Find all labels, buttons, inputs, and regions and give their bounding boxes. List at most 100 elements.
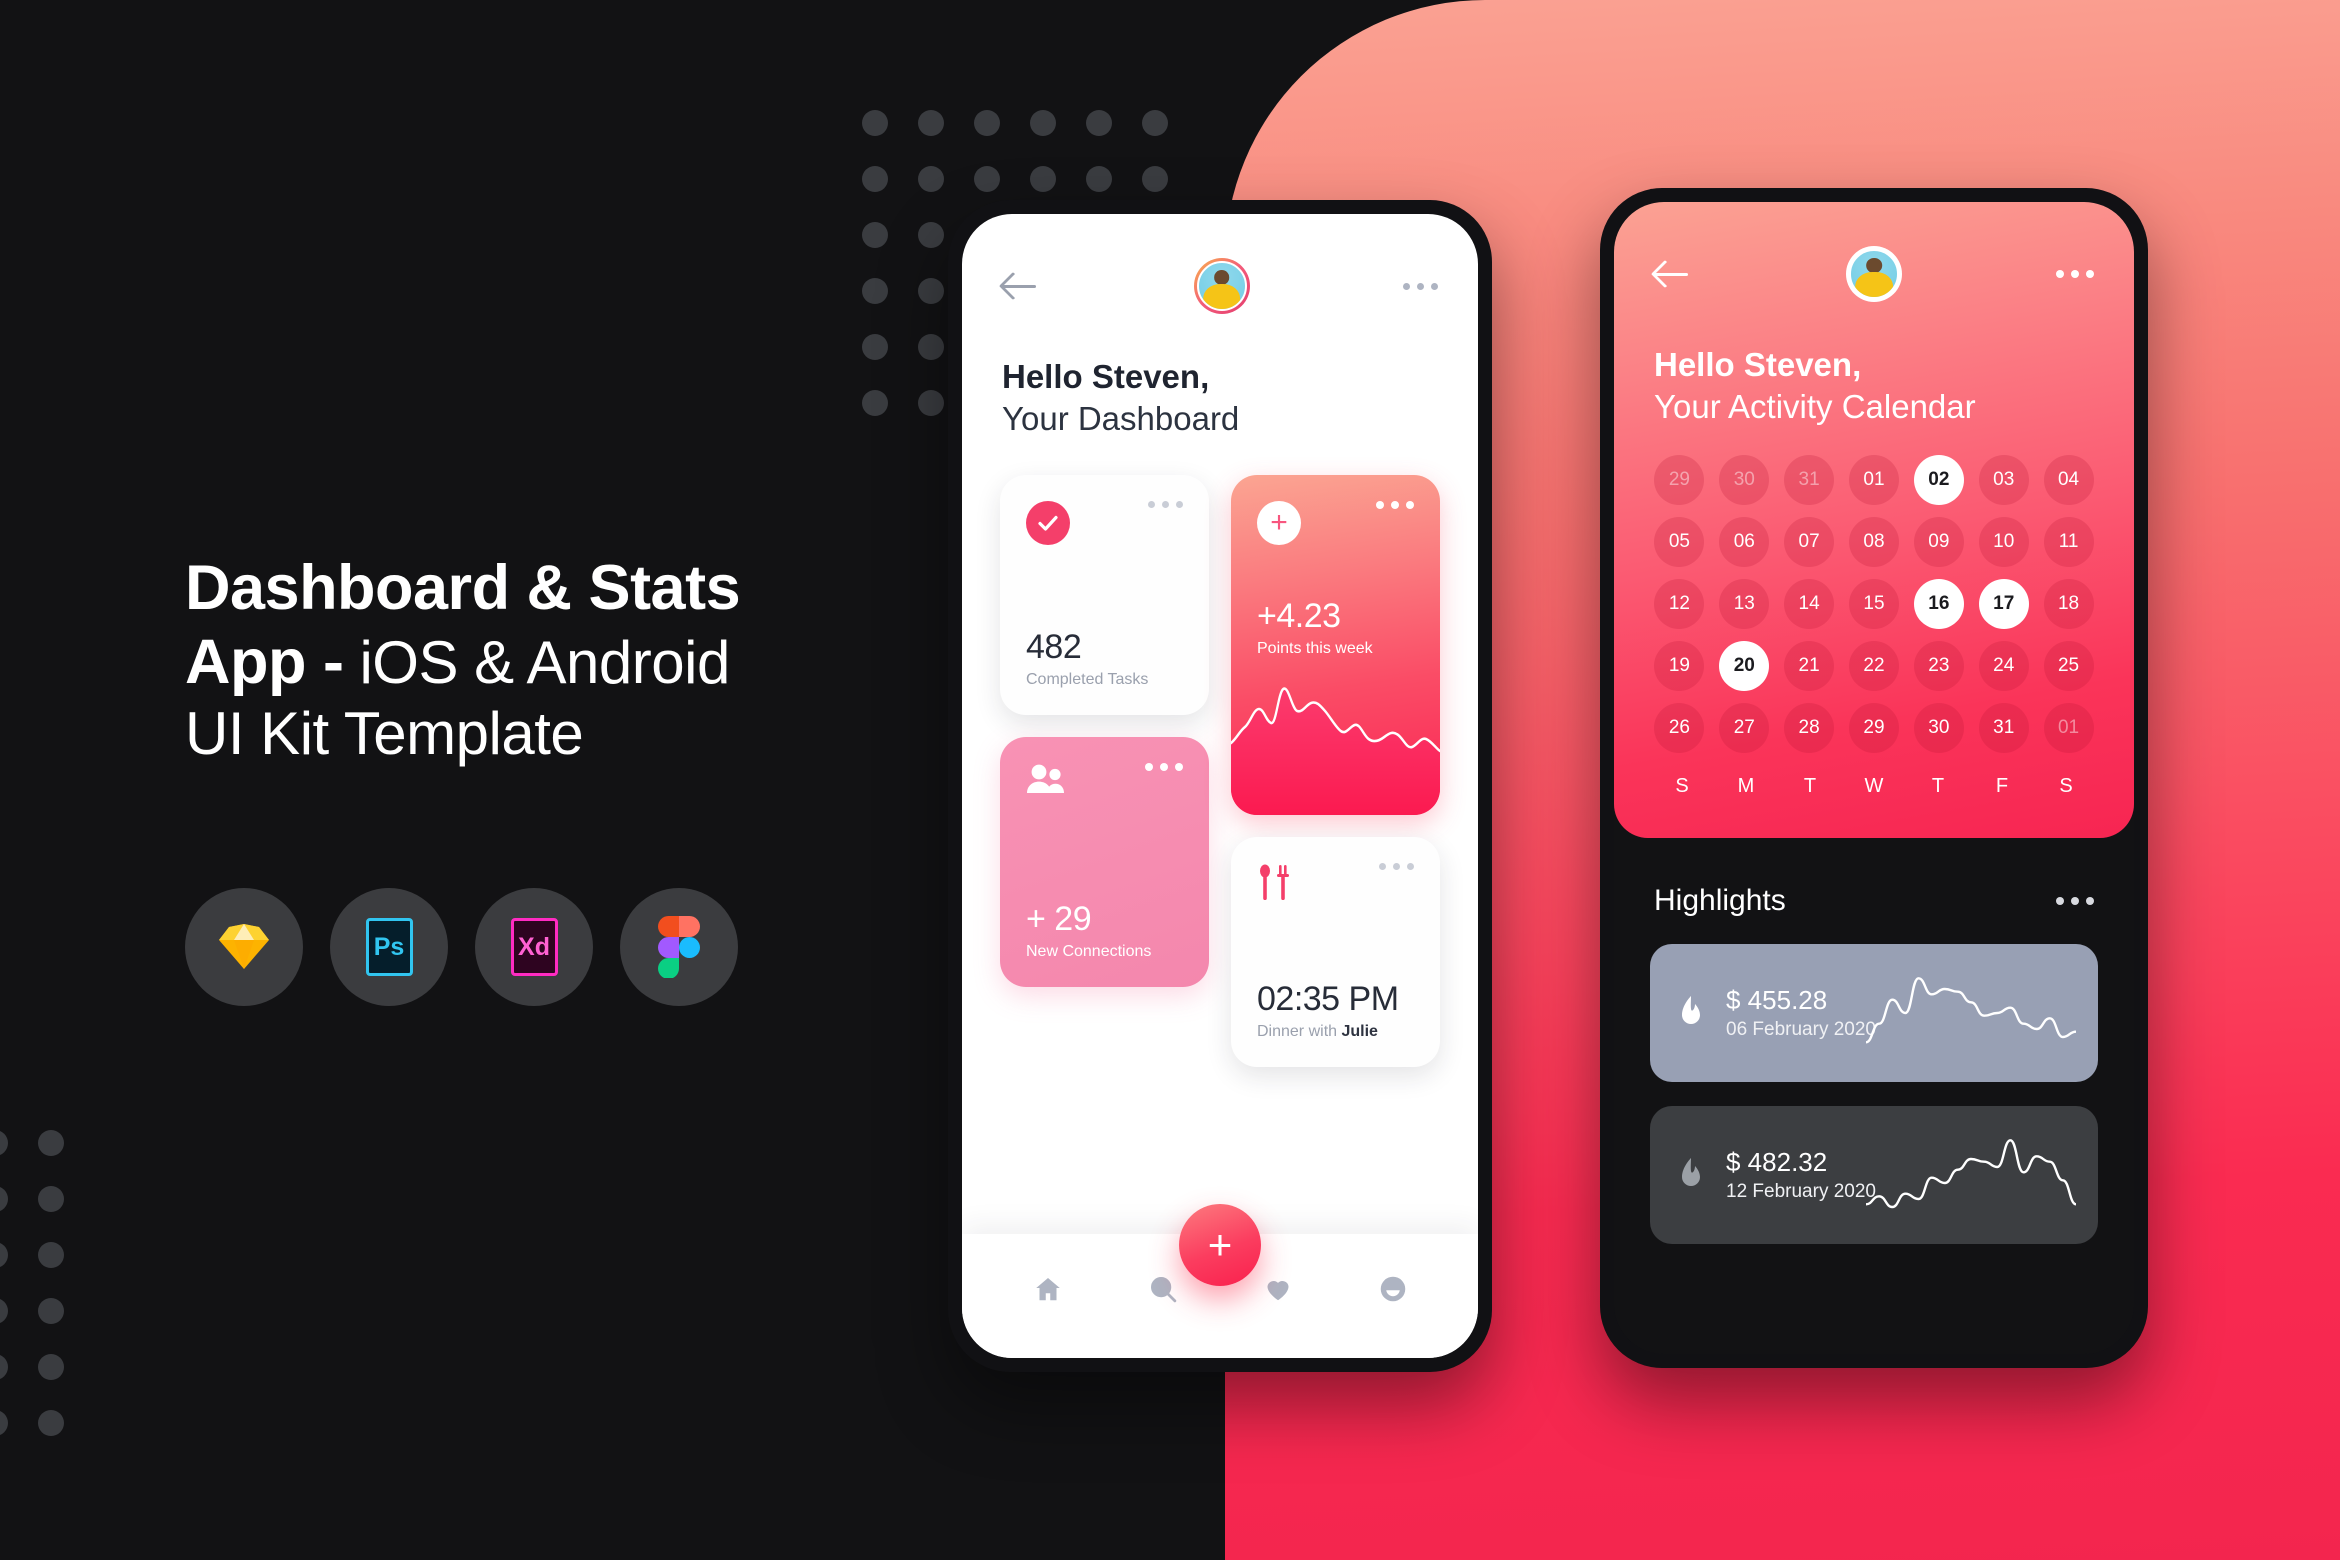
calendar-day-02[interactable]: 02	[1913, 455, 1964, 506]
highlight-texts: $ 482.32 12 February 2020	[1726, 1147, 1876, 1203]
calendar-day-12[interactable]: 12	[1654, 579, 1705, 630]
greeting-subtitle: Your Activity Calendar	[1654, 387, 1976, 425]
calendar-day-27[interactable]: 27	[1719, 703, 1770, 754]
dot	[0, 1186, 8, 1212]
calendar-day-26[interactable]: 26	[1654, 703, 1705, 754]
photoshop-badge[interactable]: Ps	[330, 888, 448, 1006]
add-button[interactable]: +	[1179, 1204, 1261, 1286]
people-icon	[1026, 763, 1066, 800]
calendar-day-15[interactable]: 15	[1848, 579, 1899, 630]
dot	[862, 222, 888, 248]
calendar-day-01[interactable]: 01	[2043, 703, 2094, 754]
dot	[974, 166, 1000, 192]
heart-icon[interactable]	[1261, 1272, 1295, 1306]
calendar-day-10[interactable]: 10	[1978, 517, 2029, 568]
sketch-icon	[217, 923, 271, 971]
adobe-xd-icon: Xd	[510, 918, 558, 976]
calendar-day-07[interactable]: 07	[1784, 517, 1835, 568]
calendar-day-14[interactable]: 14	[1784, 579, 1835, 630]
card-header	[1000, 737, 1209, 800]
card-more-icon[interactable]	[1145, 763, 1183, 772]
home-icon[interactable]	[1031, 1272, 1065, 1306]
highlight-texts: $ 455.28 06 February 2020	[1726, 985, 1876, 1041]
calendar-day-24[interactable]: 24	[1978, 641, 2029, 692]
calendar-day-04[interactable]: 04	[2043, 455, 2094, 506]
dot	[0, 1354, 8, 1380]
dinner-label-prefix: Dinner with	[1257, 1023, 1342, 1041]
calendar-day-16[interactable]: 16	[1913, 579, 1964, 630]
calendar-weekday-row: SMTWTFS	[1614, 753, 2134, 798]
calendar-day-01[interactable]: 01	[1848, 455, 1899, 506]
calendar-day-19[interactable]: 19	[1654, 641, 1705, 692]
dashboard-screen: Hello Steven, Your Dashboard 482 Complet…	[962, 214, 1478, 1358]
card-completed-tasks[interactable]: 482 Completed Tasks	[1000, 475, 1209, 716]
format-badges: Ps Xd	[185, 888, 738, 1006]
avatar[interactable]	[1193, 258, 1250, 314]
weekday-label: F	[1995, 775, 2009, 798]
calendar-day-23[interactable]: 23	[1913, 641, 1964, 692]
dot	[0, 1242, 8, 1268]
calendar-day-21[interactable]: 21	[1784, 641, 1835, 692]
calendar-day-30[interactable]: 30	[1719, 455, 1770, 506]
calendar-day-30[interactable]: 30	[1913, 703, 1964, 754]
back-arrow-icon[interactable]	[1654, 259, 1692, 289]
tasks-label: Completed Tasks	[1026, 671, 1149, 689]
bottom-navigation-bar: +	[962, 1204, 1478, 1358]
card-dinner-reminder[interactable]: 02:35 PM Dinner with Julie	[1231, 837, 1440, 1068]
card-more-icon[interactable]	[1376, 501, 1414, 510]
calendar-day-18[interactable]: 18	[2043, 579, 2094, 630]
card-header	[1231, 837, 1440, 903]
weekday-label: S	[1675, 775, 1689, 798]
connections-value: + 29	[1026, 900, 1092, 939]
calendar-day-29[interactable]: 29	[1848, 703, 1899, 754]
calendar-day-31[interactable]: 31	[1784, 455, 1835, 506]
calendar-greeting: Hello Steven, Your Activity Calendar	[1614, 302, 2134, 427]
calendar-day-31[interactable]: 31	[1978, 703, 2029, 754]
highlight-date: 12 February 2020	[1726, 1181, 1876, 1203]
xd-badge[interactable]: Xd	[475, 888, 593, 1006]
more-options-icon[interactable]	[2056, 270, 2094, 278]
dot	[974, 110, 1000, 136]
smiley-icon[interactable]	[1376, 1272, 1410, 1306]
avatar[interactable]	[1846, 246, 1902, 302]
search-icon[interactable]	[1146, 1272, 1180, 1306]
check-icon	[1026, 501, 1070, 546]
calendar-day-17[interactable]: 17	[1978, 579, 2029, 630]
calendar-day-08[interactable]: 08	[1848, 517, 1899, 568]
flame-icon	[1678, 1158, 1704, 1192]
card-more-icon[interactable]	[1148, 501, 1183, 509]
highlights-list: $ 455.28 06 February 2020 $ 482.32 12 Febru…	[1614, 918, 2134, 1245]
dot	[1142, 166, 1168, 192]
dashboard-appbar	[962, 214, 1478, 314]
calendar-day-11[interactable]: 11	[2043, 517, 2094, 568]
calendar-day-09[interactable]: 09	[1913, 517, 1964, 568]
calendar-day-20[interactable]: 20	[1719, 641, 1770, 692]
calendar-day-25[interactable]: 25	[2043, 641, 2094, 692]
figma-badge[interactable]	[620, 888, 738, 1006]
card-points-this-week[interactable]: + +4.23 Points this week	[1231, 475, 1440, 816]
calendar-day-28[interactable]: 28	[1784, 703, 1835, 754]
calendar-day-05[interactable]: 05	[1654, 517, 1705, 568]
calendar-day-29[interactable]: 29	[1654, 455, 1705, 506]
card-more-icon[interactable]	[1379, 863, 1414, 871]
dot	[918, 222, 944, 248]
highlight-card[interactable]: $ 482.32 12 February 2020	[1650, 1106, 2098, 1245]
card-new-connections[interactable]: + 29 New Connections	[1000, 737, 1209, 988]
calendar-day-06[interactable]: 06	[1719, 517, 1770, 568]
sketch-badge[interactable]	[185, 888, 303, 1006]
highlights-more-icon[interactable]	[2056, 897, 2094, 906]
dot	[38, 1186, 64, 1212]
calendar-day-03[interactable]: 03	[1978, 455, 2029, 506]
card-footer: +4.23 Points this week	[1231, 545, 1440, 658]
calendar-day-22[interactable]: 22	[1848, 641, 1899, 692]
back-arrow-icon[interactable]	[1002, 271, 1040, 301]
more-options-icon[interactable]	[1403, 282, 1438, 290]
card-footer: + 29 New Connections	[1000, 900, 1209, 987]
calendar-day-13[interactable]: 13	[1719, 579, 1770, 630]
dot	[918, 278, 944, 304]
connections-label: New Connections	[1026, 943, 1152, 961]
dot	[1086, 166, 1112, 192]
plus-icon[interactable]: +	[1257, 501, 1301, 546]
highlight-card[interactable]: $ 455.28 06 February 2020	[1650, 944, 2098, 1083]
dot	[862, 334, 888, 360]
